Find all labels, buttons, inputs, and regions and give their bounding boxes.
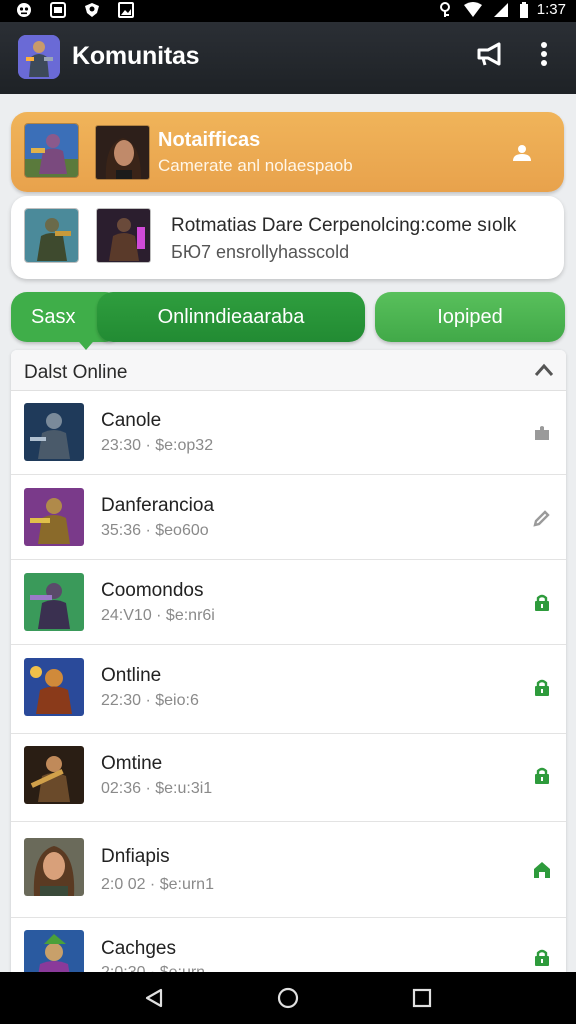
chevron-up-icon[interactable] (534, 363, 554, 377)
list-item-name: Dnfiapis (101, 846, 170, 867)
avatar (24, 746, 84, 804)
notification-title: Rotmatias Dare Cerpenolcing:come sıolk (171, 215, 517, 236)
list-item-meta: 22:30 · $eio:6 (101, 692, 199, 709)
list-item[interactable]: Cachges 2:0:30 · $e:urn (11, 918, 566, 972)
list-item-meta: 35:36 · $eo60o (101, 522, 209, 539)
list-item[interactable]: Coomondos 24:V10 · $e:nr6i (11, 561, 566, 645)
list-item[interactable]: Danferancioa 35:36 · $eo60o (11, 476, 566, 560)
game-thumbnail (96, 208, 151, 263)
avatar (24, 930, 84, 972)
list-item-name: Coomondos (101, 580, 204, 601)
lock-icon[interactable] (532, 948, 552, 968)
list-item-meta: 24:V10 · $e:nr6i (101, 607, 215, 624)
list-item-name: Omtine (101, 753, 163, 774)
list-item-name: Ontline (101, 665, 162, 686)
system-nav-bar (0, 972, 576, 1024)
shield-icon (82, 1, 102, 19)
list-item[interactable]: Canole 23:30 · $e:op32 (11, 391, 566, 475)
more-options-button[interactable] (526, 38, 562, 74)
notification-card-primary[interactable]: Notaifficas Camerate anl nolaespaob (11, 112, 564, 192)
avatar (95, 125, 150, 180)
battery-icon (519, 1, 529, 19)
megaphone-button[interactable] (472, 38, 508, 74)
recents-icon[interactable] (410, 986, 434, 1010)
avatar (24, 838, 84, 896)
home-circle-icon[interactable] (276, 986, 300, 1010)
avatar (24, 488, 84, 546)
status-bar: 1:37 (0, 0, 576, 22)
gallery-icon (48, 1, 68, 19)
filter-pill-online[interactable]: Onlinndieaaraba (97, 292, 365, 342)
list-item-meta: 23:30 · $e:op32 (101, 437, 214, 454)
app-logo[interactable] (18, 35, 60, 79)
puzzle-icon[interactable] (532, 423, 552, 443)
edit-icon[interactable] (532, 508, 552, 528)
app-title: Komunitas (72, 42, 200, 70)
app-bar: Komunitas (0, 22, 576, 94)
game-thumbnail (24, 208, 79, 263)
back-icon[interactable] (142, 986, 166, 1010)
notification-icon (14, 1, 34, 19)
list-item-name: Danferancioa (101, 495, 215, 516)
avatar (24, 658, 84, 716)
notification-subtitle: БЮ7 ensrollyhasscold (171, 242, 350, 262)
notification-title: Notaifficas (158, 129, 261, 151)
wifi-icon (463, 1, 483, 19)
pill-pointer (74, 336, 98, 350)
avatar (24, 573, 84, 631)
status-time: 1:37 (536, 1, 566, 18)
notification-subtitle: Camerate anl nolaespaob (158, 156, 353, 175)
friends-list: Dalst Online Canole 23:30 · $e:op32 Danf… (11, 350, 566, 972)
notification-card-secondary[interactable]: Rotmatias Dare Cerpenolcing:come sıolk Б… (11, 196, 564, 279)
list-item-meta: 2:0 02 · $e:urn1 (101, 876, 214, 893)
key-icon (435, 1, 455, 19)
photo-icon (116, 1, 136, 19)
avatar (24, 403, 84, 461)
megaphone-icon (476, 41, 504, 72)
list-item-meta: 2:0:30 · $e:urn (101, 964, 205, 972)
user-icon[interactable] (510, 140, 534, 164)
list-item-name: Cachges (101, 938, 176, 959)
signal-icon (491, 1, 511, 19)
lock-icon[interactable] (532, 766, 552, 786)
home-icon[interactable] (532, 860, 552, 880)
list-header-title: Dalst Online (24, 362, 128, 383)
lock-icon[interactable] (532, 593, 552, 613)
more-vert-icon (540, 41, 548, 72)
list-item[interactable]: Omtine 02:36 · $e:u:3i1 (11, 734, 566, 822)
list-item[interactable]: Ontline 22:30 · $eio:6 (11, 646, 566, 734)
list-item-meta: 02:36 · $e:u:3i1 (101, 780, 213, 797)
list-item[interactable]: Dnfiapis 2:0 02 · $e:urn1 (11, 822, 566, 918)
filter-pill-iopiped[interactable]: Iopiped (375, 292, 565, 342)
game-thumbnail (24, 123, 79, 178)
list-header[interactable]: Dalst Online (11, 350, 566, 391)
lock-icon[interactable] (532, 678, 552, 698)
list-item-name: Canole (101, 410, 162, 431)
